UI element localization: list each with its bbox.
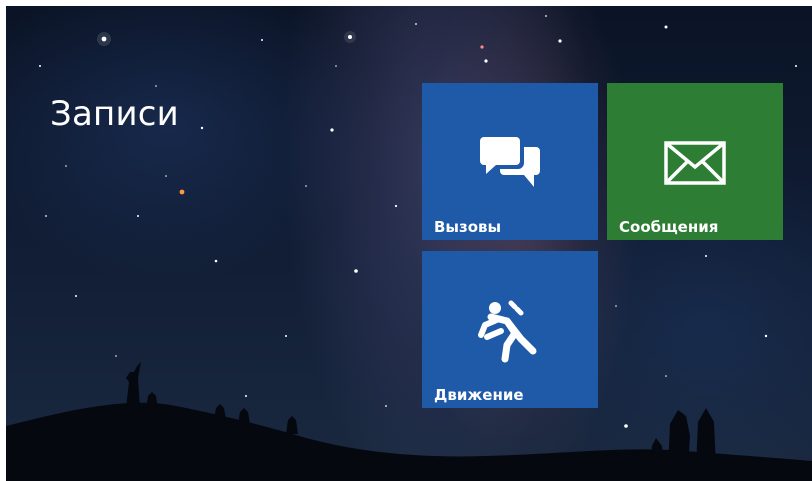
landscape-silhouette — [6, 362, 812, 481]
screen: Записи Вызовы Сообщения Движение — [6, 6, 812, 481]
calls-tile[interactable]: Вызовы — [422, 83, 598, 240]
messages-tile[interactable]: Сообщения — [607, 83, 783, 240]
envelope-icon — [664, 141, 726, 185]
page-title: Записи — [50, 94, 179, 134]
motion-tile[interactable]: Движение — [422, 251, 598, 408]
motion-tile-label: Движение — [434, 386, 524, 404]
running-man-icon — [478, 300, 537, 363]
messages-tile-label: Сообщения — [619, 218, 719, 236]
chat-bubbles-icon — [480, 137, 540, 187]
calls-tile-label: Вызовы — [434, 218, 502, 236]
